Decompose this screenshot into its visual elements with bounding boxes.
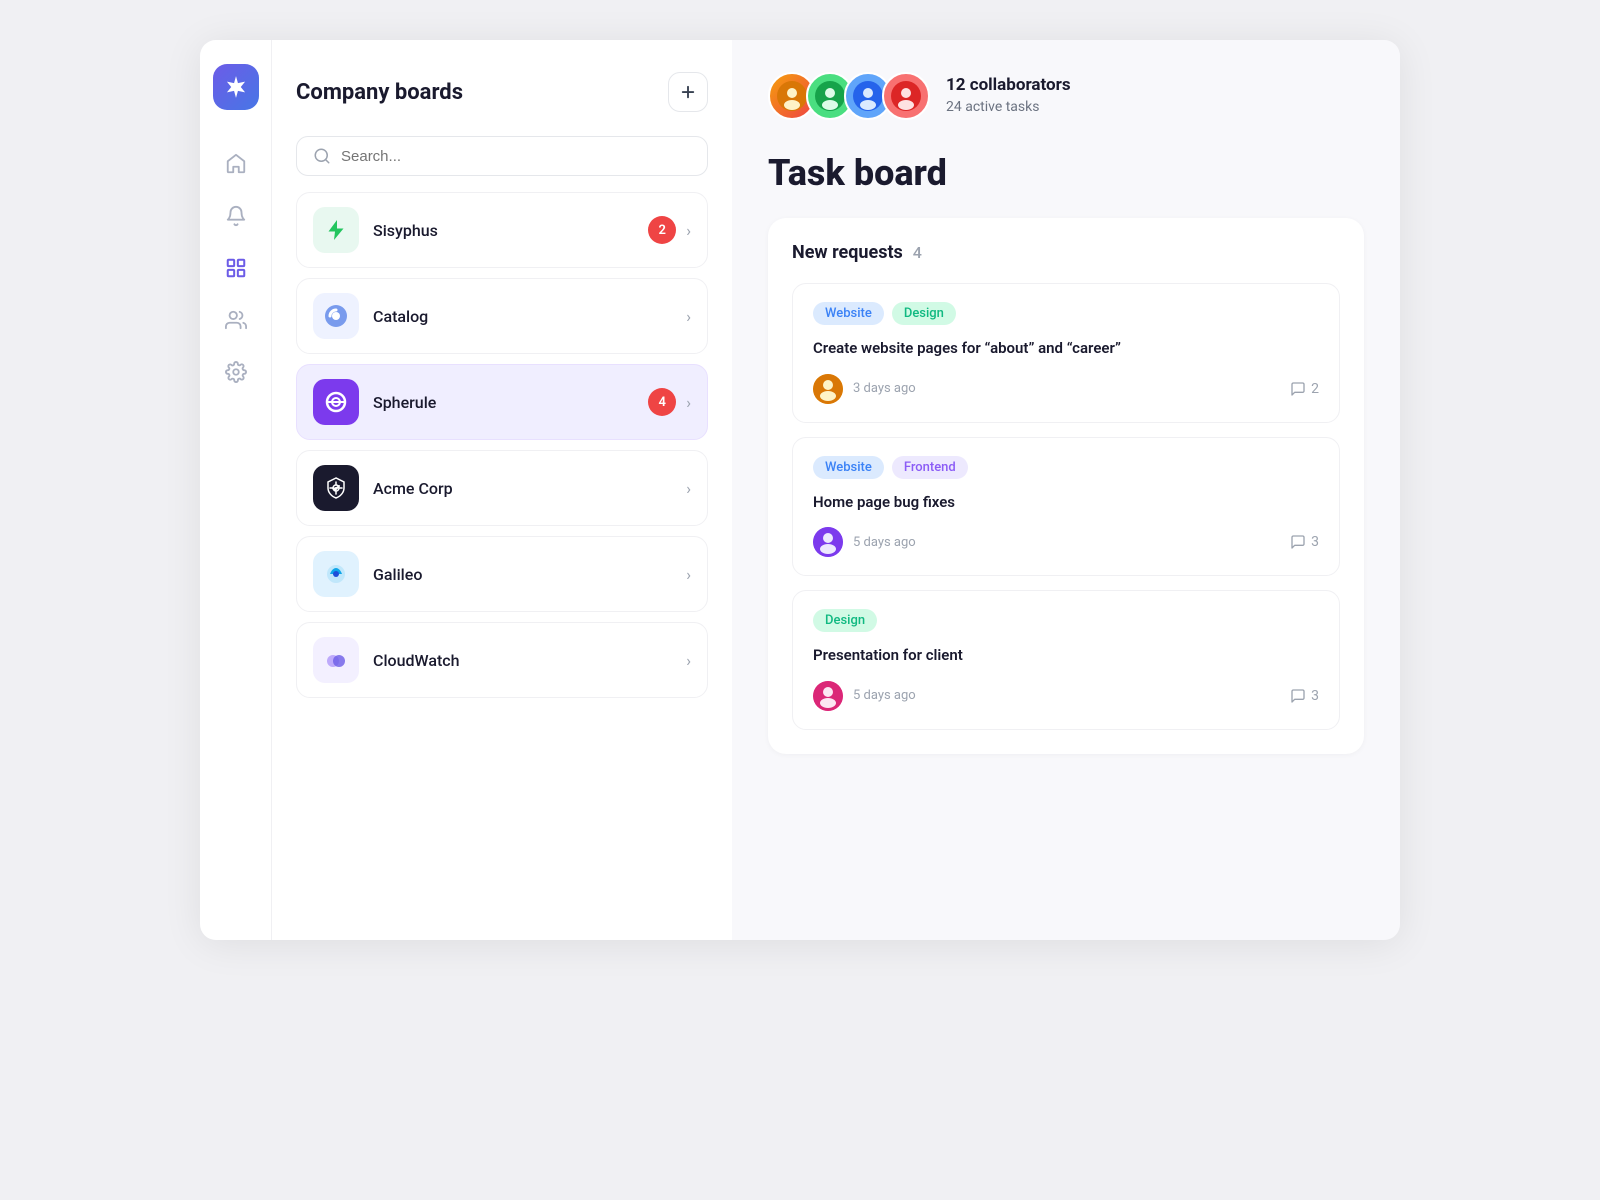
board-item-catalog[interactable]: Catalog › [296, 278, 708, 354]
chevron-icon-acme: › [686, 479, 691, 498]
board-name-sisyphus: Sisyphus [373, 221, 648, 240]
task-title-1: Home page bug fixes [813, 491, 1319, 514]
app-container: Company boards [200, 40, 1400, 940]
task-avatar-2 [813, 681, 843, 711]
board-logo-spherule [313, 379, 359, 425]
task-card-1[interactable]: Website Frontend Home page bug fixes [792, 437, 1340, 577]
board-item-spherule[interactable]: Spherule 4 › [296, 364, 708, 440]
task-tags-0: Website Design [813, 302, 1319, 325]
task-section-header: New requests 4 [792, 242, 1340, 263]
chevron-icon-sisyphus: › [686, 221, 691, 240]
comment-icon-2 [1290, 688, 1306, 704]
comment-icon-0 [1290, 381, 1306, 397]
tag-frontend-1: Frontend [892, 456, 968, 479]
search-icon [313, 147, 331, 165]
avatar-4 [882, 72, 930, 120]
board-logo-galileo [313, 551, 359, 597]
chevron-icon-spherule: › [686, 393, 691, 412]
new-requests-count: 4 [913, 243, 922, 262]
boards-panel: Company boards [272, 40, 732, 940]
icon-sidebar [200, 40, 272, 940]
sidebar-item-team[interactable] [214, 298, 258, 342]
task-comments-1: 3 [1290, 534, 1319, 550]
collab-info: 12 collaborators 24 active tasks [946, 74, 1071, 117]
comment-count-2: 3 [1311, 688, 1319, 704]
task-time-1: 5 days ago [853, 535, 916, 550]
task-board-title: Task board [768, 152, 1364, 194]
board-item-acme[interactable]: Acme Corp › [296, 450, 708, 526]
tag-design-0: Design [892, 302, 956, 325]
task-footer-0: 3 days ago 2 [813, 374, 1319, 404]
collaborators-count: 12 collaborators [946, 74, 1071, 98]
chevron-icon-cloudwatch: › [686, 651, 691, 670]
board-logo-catalog [313, 293, 359, 339]
task-section-new-requests: New requests 4 Website Design Create web… [768, 218, 1364, 754]
board-name-acme: Acme Corp [373, 479, 686, 498]
sidebar-item-notifications[interactable] [214, 194, 258, 238]
main-panel: 12 collaborators 24 active tasks Task bo… [732, 40, 1400, 940]
tag-website-0: Website [813, 302, 884, 325]
boards-header: Company boards [296, 72, 708, 112]
task-time-2: 5 days ago [853, 688, 916, 703]
board-item-cloudwatch[interactable]: CloudWatch › [296, 622, 708, 698]
task-comments-2: 3 [1290, 688, 1319, 704]
board-logo-acme [313, 465, 359, 511]
board-logo-cloudwatch [313, 637, 359, 683]
board-badge-spherule: 4 [648, 388, 676, 416]
collaborators-row: 12 collaborators 24 active tasks [768, 72, 1364, 120]
task-card-2[interactable]: Design Presentation for client 5 days ag… [792, 590, 1340, 730]
task-tags-1: Website Frontend [813, 456, 1319, 479]
comment-count-1: 3 [1311, 534, 1319, 550]
task-meta-2: 5 days ago [813, 681, 916, 711]
sidebar-item-settings[interactable] [214, 350, 258, 394]
board-item-galileo[interactable]: Galileo › [296, 536, 708, 612]
add-board-button[interactable] [668, 72, 708, 112]
task-meta-1: 5 days ago [813, 527, 916, 557]
comment-count-0: 2 [1311, 381, 1319, 397]
comment-icon-1 [1290, 534, 1306, 550]
task-tags-2: Design [813, 609, 1319, 632]
active-tasks: 24 active tasks [946, 98, 1071, 118]
board-list: Sisyphus 2 › Catalog › [296, 192, 708, 698]
task-footer-1: 5 days ago 3 [813, 527, 1319, 557]
task-footer-2: 5 days ago 3 [813, 681, 1319, 711]
task-avatar-1 [813, 527, 843, 557]
task-time-0: 3 days ago [853, 381, 916, 396]
board-name-catalog: Catalog [373, 307, 686, 326]
board-name-cloudwatch: CloudWatch [373, 651, 686, 670]
task-card-0[interactable]: Website Design Create website pages for … [792, 283, 1340, 423]
board-badge-sisyphus: 2 [648, 216, 676, 244]
board-logo-sisyphus [313, 207, 359, 253]
board-name-galileo: Galileo [373, 565, 686, 584]
task-title-0: Create website pages for “about” and “ca… [813, 337, 1319, 360]
tag-website-1: Website [813, 456, 884, 479]
sidebar-item-home[interactable] [214, 142, 258, 186]
tag-design-2: Design [813, 609, 877, 632]
sidebar-item-boards[interactable] [214, 246, 258, 290]
chevron-icon-catalog: › [686, 307, 691, 326]
new-requests-title: New requests [792, 242, 903, 263]
task-title-2: Presentation for client [813, 644, 1319, 667]
app-logo[interactable] [213, 64, 259, 110]
task-comments-0: 2 [1290, 381, 1319, 397]
search-box[interactable] [296, 136, 708, 176]
search-input[interactable] [341, 148, 691, 165]
board-name-spherule: Spherule [373, 393, 648, 412]
board-item-sisyphus[interactable]: Sisyphus 2 › [296, 192, 708, 268]
avatar-stack [768, 72, 930, 120]
task-avatar-0 [813, 374, 843, 404]
task-meta-0: 3 days ago [813, 374, 916, 404]
boards-title: Company boards [296, 80, 463, 105]
chevron-icon-galileo: › [686, 565, 691, 584]
